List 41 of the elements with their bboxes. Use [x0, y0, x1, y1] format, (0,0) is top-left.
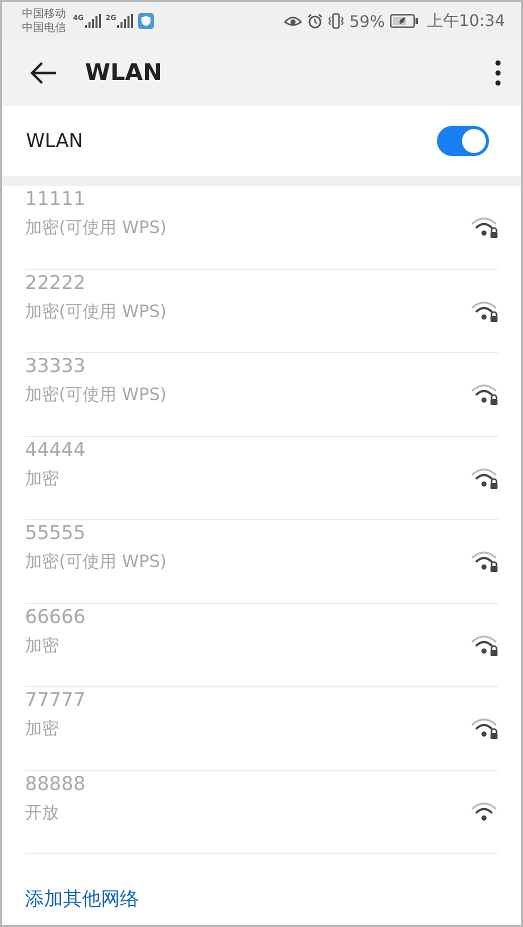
security-label: 加密(可使用 WPS): [25, 217, 167, 239]
battery-percent: 59%: [349, 12, 385, 30]
network-name: 66666: [25, 606, 86, 628]
security-label: 加密: [25, 634, 60, 656]
network-name: 22222: [25, 272, 86, 294]
network-item[interactable]: 77777 加密: [25, 687, 498, 770]
security-label: 加密(可使用 WPS): [25, 384, 167, 406]
more-menu-icon[interactable]: [495, 60, 501, 86]
alarm-icon: [307, 13, 324, 29]
network-item[interactable]: 44444 加密: [25, 436, 498, 520]
network-name: 88888: [25, 772, 86, 794]
signal-icon: [117, 14, 134, 28]
security-label: 加密: [25, 718, 60, 740]
network-item[interactable]: 66666 加密: [25, 604, 498, 687]
page-title: WLAN: [85, 60, 164, 86]
network-item[interactable]: 55555 加密(可使用 WPS): [25, 520, 498, 604]
eye-icon: [284, 15, 302, 27]
wlan-label: WLAN: [26, 130, 84, 152]
shield-icon: [138, 13, 154, 29]
network-item[interactable]: 22222 加密(可使用 WPS): [25, 270, 498, 353]
security-label: 加密(可使用 WPS): [25, 300, 167, 322]
network-item[interactable]: 88888 开放: [25, 770, 498, 854]
network-item[interactable]: 11111 加密(可使用 WPS): [25, 186, 498, 270]
back-arrow-icon[interactable]: [29, 61, 57, 85]
battery-icon: [390, 14, 418, 28]
wlan-toggle[interactable]: [437, 126, 489, 156]
security-label: 开放: [25, 802, 60, 824]
clock-time: 上午10:34: [426, 10, 505, 32]
network-name: 44444: [25, 438, 86, 460]
network-item[interactable]: 33333 加密(可使用 WPS): [25, 353, 498, 436]
add-network-link[interactable]: 添加其他网络: [25, 886, 139, 912]
network-name: 11111: [25, 188, 86, 210]
network-name: 55555: [25, 522, 86, 544]
signal-icon: [84, 14, 101, 28]
security-label: 加密: [25, 468, 60, 490]
carrier-name: 中国移动: [22, 7, 66, 21]
carrier-name: 中国电信: [22, 21, 66, 35]
security-label: 加密(可使用 WPS): [25, 551, 167, 573]
network-name: 33333: [25, 355, 86, 377]
vibrate-icon: [328, 13, 344, 29]
network-name: 77777: [25, 689, 86, 711]
